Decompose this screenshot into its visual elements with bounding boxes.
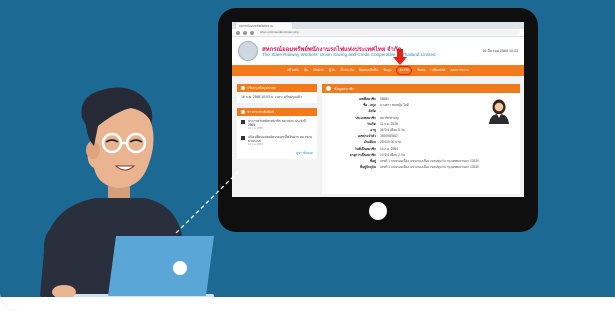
connection-line <box>175 171 239 234</box>
illustration-background: สหกรณ์ออมทรัพย์พนักงาน... srtsc.or.th/me… <box>0 0 615 311</box>
bottom-band <box>0 297 615 311</box>
